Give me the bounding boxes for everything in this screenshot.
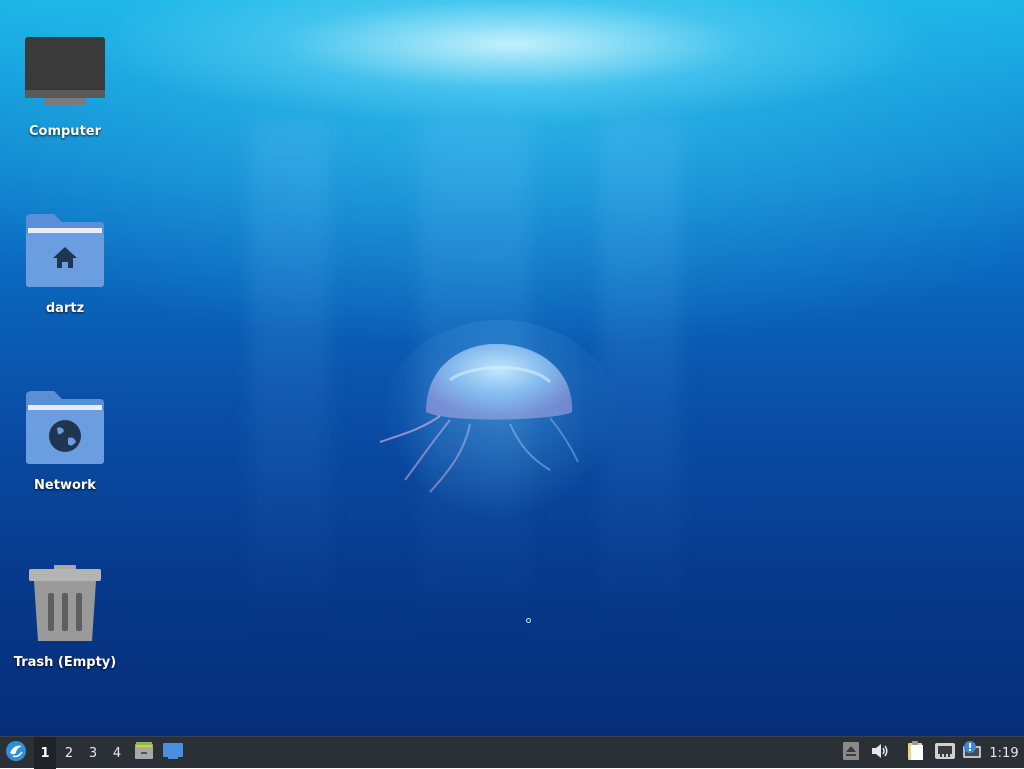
home-folder-icon [24,211,106,289]
clock[interactable]: 1:19 [986,737,1022,769]
workspace-2[interactable]: 2 [58,737,80,769]
lubuntu-logo-icon [5,740,27,766]
show-desktop-button[interactable] [160,737,186,769]
light-ray [250,120,330,640]
desktop-icon-label: Trash (Empty) [13,655,117,670]
file-manager-launcher[interactable] [132,737,156,769]
desktop-icon-computer[interactable]: Computer [10,34,120,139]
update-notifier-button[interactable] [960,737,984,769]
desktop-icon-network[interactable]: Network [10,388,120,493]
show-desktop-icon [162,742,184,764]
trash-icon [24,565,106,643]
network-tray-button[interactable] [932,737,958,769]
workspace-3[interactable]: 3 [82,737,104,769]
volume-button[interactable] [868,737,892,769]
clipboard-button[interactable] [904,737,928,769]
computer-icon [24,34,106,112]
desktop-icon-home-folder[interactable]: dartz [10,211,120,316]
desktop-icon-label: Computer [28,124,102,139]
desktop-icon-label: Network [34,478,96,493]
jellyfish-image [360,320,620,520]
network-icon [934,742,956,764]
taskbar: 1 2 3 4 1:19 [0,736,1024,769]
desktop-icon-trash[interactable]: Trash (Empty) [10,565,120,670]
file-manager-icon [134,741,154,765]
eject-button[interactable] [840,737,862,769]
start-menu-button[interactable] [2,737,30,769]
mouse-cursor-dot [526,618,531,623]
desktop-icon-label: dartz [45,301,85,316]
update-notifier-icon [962,741,982,765]
workspace-1[interactable]: 1 [34,737,56,769]
clipboard-icon [907,741,925,765]
eject-icon [843,742,859,764]
workspace-4[interactable]: 4 [106,737,128,769]
network-folder-icon [24,388,106,466]
volume-icon [871,743,889,763]
desktop-wallpaper[interactable]: Computer dartz Network Trash (Empty) [0,0,1024,736]
